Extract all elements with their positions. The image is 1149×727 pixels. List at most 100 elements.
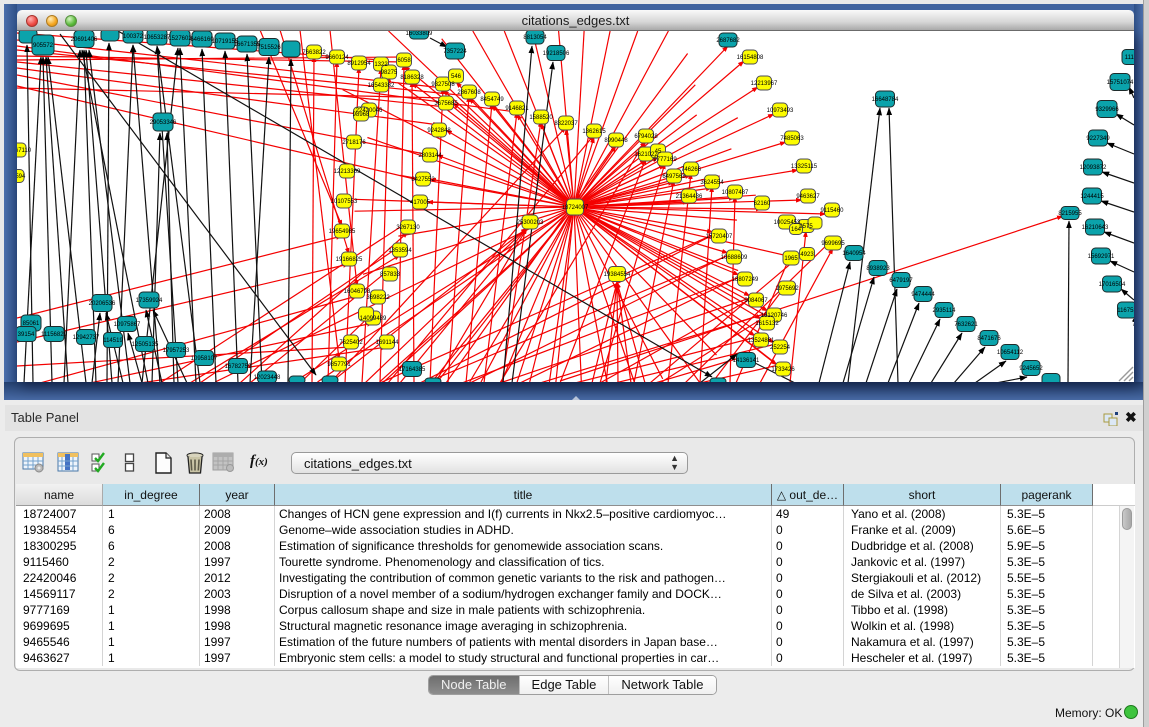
svg-text:10807487: 10807487 xyxy=(722,190,749,196)
svg-text:16154808: 16154808 xyxy=(737,55,764,61)
svg-text:14099489: 14099489 xyxy=(360,316,387,322)
svg-text:17359924: 17359924 xyxy=(136,298,163,304)
svg-text:9146821: 9146821 xyxy=(505,106,529,112)
svg-text:9245652: 9245652 xyxy=(1019,366,1043,372)
svg-text:8912954: 8912954 xyxy=(347,61,371,67)
svg-text:2867608: 2867608 xyxy=(457,90,481,96)
svg-text:6794028: 6794028 xyxy=(634,134,658,140)
svg-text:12093872: 12093872 xyxy=(1080,165,1107,171)
svg-text:12942737: 12942737 xyxy=(73,335,100,341)
svg-text:98275: 98275 xyxy=(381,70,398,76)
svg-text:1322: 1322 xyxy=(374,62,388,68)
svg-text:9699695: 9699695 xyxy=(821,241,845,247)
svg-text:9242848: 9242848 xyxy=(427,128,451,134)
svg-text:15720407: 15720407 xyxy=(706,234,733,240)
svg-text:7632621: 7632621 xyxy=(954,322,978,328)
svg-text:3698222: 3698222 xyxy=(366,295,390,301)
svg-text:15692971: 15692971 xyxy=(1088,254,1115,260)
svg-text:4923: 4923 xyxy=(800,252,814,258)
svg-text:3675685: 3675685 xyxy=(434,101,458,107)
svg-text:1588520: 1588520 xyxy=(529,115,553,121)
svg-text:20691406: 20691406 xyxy=(71,37,98,43)
svg-text:3624554: 3624554 xyxy=(700,180,724,186)
svg-text:1975692: 1975692 xyxy=(775,286,799,292)
svg-text:3267130: 3267130 xyxy=(396,225,420,231)
svg-text:53594: 53594 xyxy=(17,174,26,180)
svg-text:20206536: 20206536 xyxy=(89,301,116,307)
svg-text:15751074: 15751074 xyxy=(1107,80,1134,86)
svg-text:1615132: 1615132 xyxy=(755,321,779,327)
svg-text:16120746: 16120746 xyxy=(761,313,788,319)
svg-text:546: 546 xyxy=(451,74,462,80)
svg-text:1244415: 1244415 xyxy=(1080,194,1104,200)
svg-text:10653287: 10653287 xyxy=(144,35,171,41)
svg-text:9329966: 9329966 xyxy=(1095,107,1119,113)
svg-text:12023448: 12023448 xyxy=(254,375,281,381)
svg-text:9463627: 9463627 xyxy=(796,194,820,200)
svg-text:1527602: 1527602 xyxy=(168,36,192,42)
svg-text:17957253: 17957253 xyxy=(163,348,190,354)
svg-text:19384554: 19384554 xyxy=(604,272,631,278)
svg-text:18724007: 18724007 xyxy=(562,205,589,211)
svg-text:114519: 114519 xyxy=(103,338,123,344)
svg-text:16543382: 16543382 xyxy=(368,83,395,89)
svg-text:7515526: 7515526 xyxy=(257,45,281,51)
svg-text:6058: 6058 xyxy=(397,58,411,64)
svg-text:45: 45 xyxy=(655,149,662,155)
svg-text:8813054: 8813054 xyxy=(523,35,547,41)
svg-text:10973493: 10973493 xyxy=(767,108,794,114)
svg-text:9227349: 9227349 xyxy=(1086,136,1110,142)
svg-text:10975867: 10975867 xyxy=(114,322,141,328)
svg-text:2687682: 2687682 xyxy=(716,38,740,44)
svg-text:16648784: 16648784 xyxy=(872,97,899,103)
svg-text:12213967: 12213967 xyxy=(751,81,778,87)
svg-text:8322037: 8322037 xyxy=(554,121,578,127)
svg-text:9575: 9575 xyxy=(799,224,813,230)
svg-text:16210643: 16210643 xyxy=(1082,225,1109,231)
svg-text:857833: 857833 xyxy=(380,272,401,278)
svg-text:39154: 39154 xyxy=(18,332,35,338)
svg-text:8938923: 8938923 xyxy=(866,266,890,272)
svg-text:16033809: 16033809 xyxy=(406,31,433,37)
svg-text:7663822: 7663822 xyxy=(302,50,326,56)
svg-text:252254: 252254 xyxy=(770,345,791,351)
svg-text:1965: 1965 xyxy=(784,256,798,262)
svg-text:8427552: 8427552 xyxy=(411,177,435,183)
svg-text:116753: 116753 xyxy=(1117,308,1134,314)
svg-text:13267110: 13267110 xyxy=(17,148,32,154)
svg-text:10654112: 10654112 xyxy=(997,350,1024,356)
svg-text:1733426: 1733426 xyxy=(771,367,795,373)
svg-text:85061: 85061 xyxy=(23,321,40,327)
svg-text:1117: 1117 xyxy=(1125,55,1134,61)
svg-text:12213369: 12213369 xyxy=(334,169,361,175)
svg-text:12505135: 12505135 xyxy=(132,342,159,348)
svg-text:2803144: 2803144 xyxy=(418,153,442,159)
svg-text:164: 164 xyxy=(791,227,802,233)
svg-text:10107553: 10107553 xyxy=(331,199,358,205)
svg-text:10688609: 10688609 xyxy=(721,255,748,261)
svg-text:14136141: 14136141 xyxy=(733,358,760,364)
svg-text:16782759: 16782759 xyxy=(225,364,252,370)
svg-text:62160: 62160 xyxy=(754,201,771,207)
svg-text:11156829: 11156829 xyxy=(41,332,67,338)
svg-text:7625402: 7625402 xyxy=(339,340,363,346)
svg-text:9777169: 9777169 xyxy=(653,157,677,163)
svg-text:8990448: 8990448 xyxy=(604,138,628,144)
svg-text:19218506: 19218506 xyxy=(543,51,570,57)
svg-text:8471676: 8471676 xyxy=(977,336,1001,342)
svg-text:9084067: 9084067 xyxy=(744,298,768,304)
svg-text:21364436: 21364436 xyxy=(676,194,703,200)
svg-text:7357224: 7357224 xyxy=(443,49,467,55)
svg-text:7485063: 7485063 xyxy=(780,136,804,142)
svg-text:1691144: 1691144 xyxy=(376,340,400,346)
svg-text:6497568: 6497568 xyxy=(662,174,686,180)
svg-text:9857791: 9857791 xyxy=(327,362,351,368)
svg-text:13524861: 13524861 xyxy=(748,338,775,344)
svg-text:746266: 746266 xyxy=(681,167,702,173)
svg-text:98968: 98968 xyxy=(353,112,370,118)
svg-text:8454749: 8454749 xyxy=(480,97,504,103)
svg-text:17016504: 17016504 xyxy=(1099,282,1126,288)
svg-text:17164385: 17164385 xyxy=(399,367,426,373)
svg-text:13325115: 13325115 xyxy=(791,164,818,170)
svg-text:1640954: 1640954 xyxy=(842,251,866,257)
